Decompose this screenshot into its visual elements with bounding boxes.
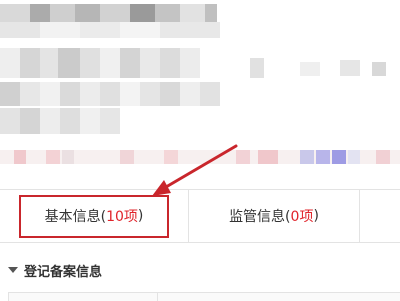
- section-title: 登记备案信息: [24, 264, 103, 280]
- tab-more[interactable]: [360, 190, 400, 242]
- tab-regulatory-info[interactable]: 监管信息(0项): [188, 190, 360, 242]
- tab-regulatory-info-label: 监管信息(: [229, 209, 291, 225]
- redacted-header-area: [0, 0, 400, 180]
- section-header[interactable]: 登记备案信息: [8, 260, 102, 280]
- tab-regulatory-info-count: 0项: [290, 209, 314, 225]
- tab-basic-info-count: 10项: [106, 209, 138, 225]
- tab-basic-info-label: 基本信息(: [44, 209, 107, 225]
- caret-down-icon: [8, 267, 18, 273]
- tab-regulatory-info-suffix: ): [313, 208, 319, 224]
- tab-basic-info[interactable]: 基本信息(10项): [0, 190, 188, 242]
- tab-basic-info-suffix: ): [137, 208, 144, 224]
- info-tab-bar: 基本信息(10项) 监管信息(0项): [0, 189, 400, 243]
